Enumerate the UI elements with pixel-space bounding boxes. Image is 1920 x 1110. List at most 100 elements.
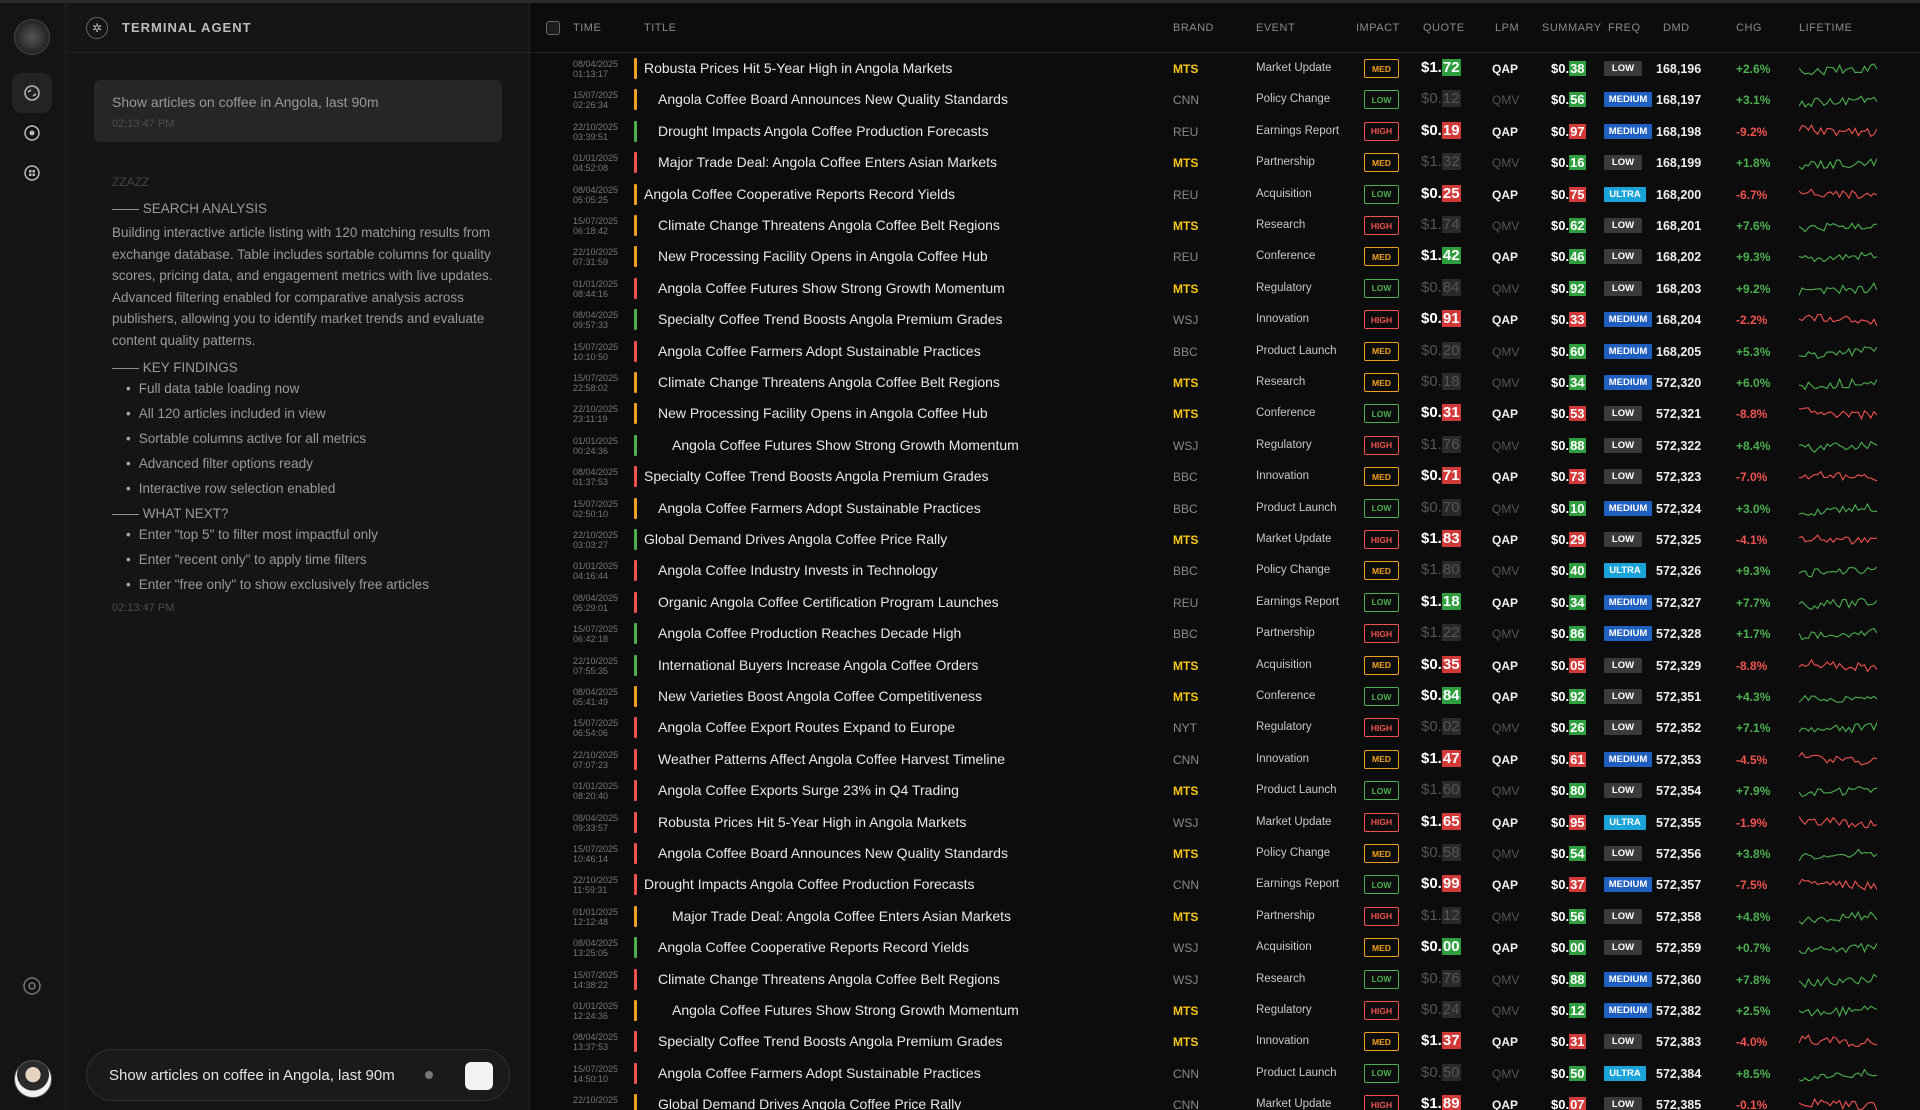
grid-icon[interactable] bbox=[12, 153, 52, 193]
row-title[interactable]: Angola Coffee Cooperative Reports Record… bbox=[658, 939, 969, 955]
row-title[interactable]: Angola Coffee Futures Show Strong Growth… bbox=[672, 1002, 1019, 1018]
row-freq-badge: LOW bbox=[1604, 720, 1642, 736]
row-title[interactable]: Angola Coffee Board Announces New Qualit… bbox=[658, 91, 1008, 107]
col-summary[interactable]: SUMMARY bbox=[1542, 22, 1602, 34]
table-row[interactable]: 01/01/2025 00:24:36 Angola Coffee Futures … bbox=[531, 430, 1920, 461]
row-title[interactable]: Climate Change Threatens Angola Coffee B… bbox=[658, 971, 1000, 987]
table-row[interactable]: 22/10/2025 11:59:31 Drought Impacts Angola… bbox=[531, 869, 1920, 900]
table-row[interactable]: 22/10/2025 23:11:19 New Processing Facilit… bbox=[531, 398, 1920, 429]
table-row[interactable]: 08/04/2025 05:05:25 Angola Coffee Cooperat… bbox=[531, 179, 1920, 210]
row-title[interactable]: Climate Change Threatens Angola Coffee B… bbox=[658, 217, 1000, 233]
row-title[interactable]: Angola Coffee Futures Show Strong Growth… bbox=[672, 437, 1019, 453]
row-dmd: 572,360 bbox=[1656, 972, 1702, 987]
row-title[interactable]: Angola Coffee Industry Invests in Techno… bbox=[658, 562, 938, 578]
table-row[interactable]: 01/01/2025 08:20:40 Angola Coffee Exports … bbox=[531, 775, 1920, 806]
table-row[interactable]: 15/07/2025 06:42:18 Angola Coffee Producti… bbox=[531, 618, 1920, 649]
table-row[interactable]: 15/07/2025 22:58:02 Climate Change Threate… bbox=[531, 367, 1920, 398]
select-all-checkbox[interactable] bbox=[546, 21, 560, 35]
table-row[interactable]: 22/10/2025 03:39:51 Drought Impacts Angola… bbox=[531, 116, 1920, 147]
col-impact[interactable]: IMPACT bbox=[1356, 22, 1400, 34]
table-row[interactable]: 08/04/2025 05:29:01 Organic Angola Coffee … bbox=[531, 587, 1920, 618]
send-button[interactable] bbox=[465, 1062, 493, 1090]
table-row[interactable]: 08/04/2025 05:41:49 New Varieties Boost An… bbox=[531, 681, 1920, 712]
col-chg[interactable]: CHG bbox=[1736, 22, 1762, 34]
row-title[interactable]: International Buyers Increase Angola Cof… bbox=[658, 657, 978, 673]
brand-logo[interactable] bbox=[14, 19, 50, 55]
table-row[interactable]: 01/01/2025 04:16:44 Angola Coffee Industry… bbox=[531, 555, 1920, 586]
row-title[interactable]: Climate Change Threatens Angola Coffee B… bbox=[658, 374, 1000, 390]
row-title[interactable]: Global Demand Drives Angola Coffee Price… bbox=[644, 531, 947, 547]
chat-input[interactable]: Show articles on coffee in Angola, last … bbox=[86, 1049, 510, 1101]
user-avatar[interactable] bbox=[14, 1060, 52, 1098]
table-row[interactable]: 01/01/2025 12:24:36 Angola Coffee Futures … bbox=[531, 995, 1920, 1026]
table-row[interactable]: 15/07/2025 10:10:50 Angola Coffee Farmers … bbox=[531, 336, 1920, 367]
sparkline-path bbox=[1799, 534, 1877, 545]
col-lpm[interactable]: LPM bbox=[1495, 22, 1519, 34]
table-row[interactable]: 15/07/2025 06:54:06 Angola Coffee Export R… bbox=[531, 712, 1920, 743]
user-message-time: 02:13:47 PM bbox=[112, 118, 175, 130]
table-row[interactable]: 15/07/2025 14:50:10 Angola Coffee Farmers … bbox=[531, 1058, 1920, 1089]
row-title[interactable]: Global Demand Drives Angola Coffee Price… bbox=[658, 1096, 961, 1110]
table-row[interactable]: 22/10/2025 03:03:27 Global Demand Drives A… bbox=[531, 524, 1920, 555]
row-time: 01/01/2025 04:52:08 bbox=[573, 153, 618, 173]
row-title[interactable]: Specialty Coffee Trend Boosts Angola Pre… bbox=[658, 1033, 1002, 1049]
table-row[interactable]: 08/04/2025 13:37:53 Specialty Coffee Trend… bbox=[531, 1026, 1920, 1057]
row-title[interactable]: New Varieties Boost Angola Coffee Compet… bbox=[658, 688, 982, 704]
chat-input-value[interactable]: Show articles on coffee in Angola, last … bbox=[109, 1067, 399, 1084]
table-row[interactable]: 22/10/2025 07:07:23 Weather Patterns Affec… bbox=[531, 744, 1920, 775]
col-event[interactable]: EVENT bbox=[1256, 22, 1295, 34]
table-row[interactable]: 08/04/2025 01:37:53 Specialty Coffee Trend… bbox=[531, 461, 1920, 492]
table-row[interactable]: 08/04/2025 13:25:05 Angola Coffee Cooperat… bbox=[531, 932, 1920, 963]
row-title[interactable]: Major Trade Deal: Angola Coffee Enters A… bbox=[672, 908, 1011, 924]
row-title[interactable]: Angola Coffee Export Routes Expand to Eu… bbox=[658, 719, 955, 735]
table-row[interactable]: 22/10/2025 07:31:59 New Processing Facilit… bbox=[531, 241, 1920, 272]
row-title[interactable]: Angola Coffee Farmers Adopt Sustainable … bbox=[658, 1065, 981, 1081]
agent-message: ZZAZZ —— SEARCH ANALYSIS Building intera… bbox=[112, 175, 502, 614]
row-title[interactable]: Angola Coffee Futures Show Strong Growth… bbox=[658, 280, 1005, 296]
refresh-icon[interactable] bbox=[12, 73, 52, 113]
target-icon[interactable] bbox=[12, 113, 52, 153]
row-title[interactable]: Robusta Prices Hit 5-Year High in Angola… bbox=[644, 60, 952, 76]
row-title[interactable]: Robusta Prices Hit 5-Year High in Angola… bbox=[658, 814, 966, 830]
col-freq[interactable]: FREQ bbox=[1608, 22, 1641, 34]
row-title[interactable]: Angola Coffee Exports Surge 23% in Q4 Tr… bbox=[658, 782, 959, 798]
row-impact-badge: HIGH bbox=[1364, 624, 1399, 644]
row-dmd: 572,357 bbox=[1656, 878, 1702, 893]
row-title[interactable]: Angola Coffee Farmers Adopt Sustainable … bbox=[658, 343, 981, 359]
row-title[interactable]: Major Trade Deal: Angola Coffee Enters A… bbox=[658, 154, 997, 170]
row-title[interactable]: Specialty Coffee Trend Boosts Angola Pre… bbox=[658, 311, 1002, 327]
col-title[interactable]: TITLE bbox=[644, 22, 676, 34]
gear-icon[interactable] bbox=[12, 966, 52, 1006]
table-row[interactable]: 01/01/2025 04:52:08 Major Trade Deal: Ango… bbox=[531, 147, 1920, 178]
table-row[interactable]: 15/07/2025 14:38:22 Climate Change Threate… bbox=[531, 964, 1920, 995]
row-title[interactable]: Organic Angola Coffee Certification Prog… bbox=[658, 594, 999, 610]
col-dmd[interactable]: DMD bbox=[1663, 22, 1690, 34]
row-title[interactable]: Angola Coffee Cooperative Reports Record… bbox=[644, 186, 955, 202]
table-row[interactable]: 15/07/2025 10:46:14 Angola Coffee Board An… bbox=[531, 838, 1920, 869]
table-row[interactable]: 15/07/2025 02:26:34 Angola Coffee Board An… bbox=[531, 84, 1920, 115]
table-row[interactable]: 22/10/2025 07:55:35 International Buyers I… bbox=[531, 650, 1920, 681]
row-title[interactable]: Specialty Coffee Trend Boosts Angola Pre… bbox=[644, 468, 988, 484]
col-lifetime[interactable]: LIFETIME bbox=[1799, 22, 1853, 34]
col-brand[interactable]: BRAND bbox=[1173, 22, 1214, 34]
table-row[interactable]: 01/01/2025 08:44:16 Angola Coffee Futures … bbox=[531, 273, 1920, 304]
row-title[interactable]: New Processing Facility Opens in Angola … bbox=[658, 248, 988, 264]
table-row[interactable]: 08/04/2025 09:57:33 Specialty Coffee Trend… bbox=[531, 304, 1920, 335]
row-title[interactable]: Weather Patterns Affect Angola Coffee Ha… bbox=[658, 751, 1005, 767]
row-summary: $0.10 bbox=[1551, 500, 1586, 516]
row-title[interactable]: Drought Impacts Angola Coffee Production… bbox=[658, 123, 988, 139]
col-quote[interactable]: QUOTE bbox=[1423, 22, 1465, 34]
table-row[interactable]: 08/04/2025 09:33:57 Robusta Prices Hit 5-Y… bbox=[531, 807, 1920, 838]
col-time[interactable]: TIME bbox=[573, 22, 601, 34]
row-title[interactable]: Angola Coffee Board Announces New Qualit… bbox=[658, 845, 1008, 861]
table-row[interactable]: 01/01/2025 12:12:48 Major Trade Deal: Ango… bbox=[531, 901, 1920, 932]
row-title[interactable]: Angola Coffee Production Reaches Decade … bbox=[658, 625, 961, 641]
next-item: Enter "top 5" to filter most impactful o… bbox=[112, 527, 502, 542]
row-title[interactable]: Angola Coffee Farmers Adopt Sustainable … bbox=[658, 500, 981, 516]
table-row[interactable]: 15/07/2025 06:18:42 Climate Change Threate… bbox=[531, 210, 1920, 241]
table-row[interactable]: 22/10/2025 Global Demand Drives Angola Co… bbox=[531, 1089, 1920, 1110]
table-row[interactable]: 15/07/2025 02:50:10 Angola Coffee Farmers … bbox=[531, 493, 1920, 524]
table-row[interactable]: 08/04/2025 01:13:17 Robusta Prices Hit 5-Y… bbox=[531, 53, 1920, 84]
row-title[interactable]: Drought Impacts Angola Coffee Production… bbox=[644, 876, 974, 892]
row-title[interactable]: New Processing Facility Opens in Angola … bbox=[658, 405, 988, 421]
